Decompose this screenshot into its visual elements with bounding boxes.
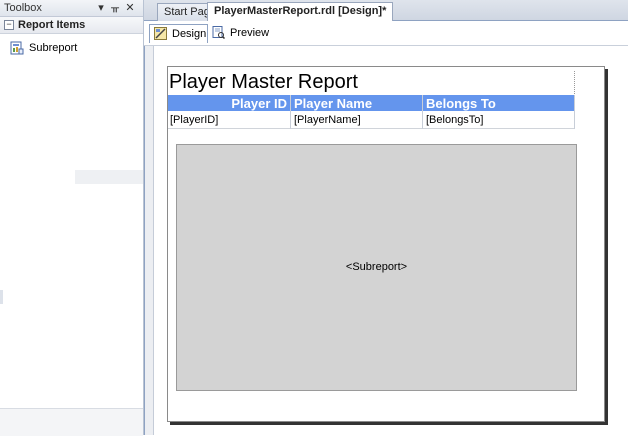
close-icon[interactable]: ✕: [124, 1, 136, 14]
column-divider: [574, 95, 575, 129]
subreport-icon: [10, 41, 24, 55]
pin-icon[interactable]: ᚂ: [109, 1, 121, 14]
document-area: Start Page PlayerMasterReport.rdl [Desig…: [144, 0, 628, 435]
report-items-section[interactable]: − Report Items: [0, 17, 143, 34]
cell-player-id[interactable]: [PlayerID]: [170, 113, 218, 128]
report-table[interactable]: Player ID Player Name Belongs To [Player…: [168, 95, 575, 129]
subreport-label: <Subreport>: [345, 261, 408, 273]
toolbox-panel: Toolbox ▾ ᚂ ✕ − Report Items Subreport: [0, 0, 144, 436]
toolbox-splitter[interactable]: [0, 290, 3, 304]
report-design-surface[interactable]: Player Master Report Player ID Player Na…: [144, 46, 628, 435]
toolbox-title: Toolbox: [4, 2, 42, 14]
toolbox-footer: [0, 408, 143, 436]
toolbox-item-subreport[interactable]: Subreport: [8, 40, 138, 58]
toolbox-item-label: Subreport: [29, 42, 78, 54]
preview-icon: [212, 26, 225, 39]
report-items-label: Report Items: [18, 19, 86, 31]
dropdown-icon[interactable]: ▾: [95, 1, 107, 14]
table-detail-row[interactable]: [PlayerID] [PlayerName] [BelongsTo]: [168, 112, 575, 129]
report-title-textbox[interactable]: Player Master Report: [169, 71, 575, 96]
tab-design[interactable]: Design: [149, 24, 208, 43]
column-divider: [290, 95, 291, 129]
design-gutter: [145, 46, 154, 435]
header-belongs-to[interactable]: Belongs To: [426, 96, 566, 112]
report-page[interactable]: Player Master Report Player ID Player Na…: [167, 66, 605, 422]
header-player-id[interactable]: Player ID: [168, 96, 287, 112]
design-icon: [154, 27, 167, 40]
column-divider: [422, 95, 423, 129]
toolbox-titlebar: Toolbox ▾ ᚂ ✕: [0, 0, 143, 17]
tab-preview[interactable]: Preview: [208, 24, 270, 42]
preview-tab-label: Preview: [230, 27, 270, 39]
header-player-name[interactable]: Player Name: [294, 96, 422, 112]
cell-belongs-to[interactable]: [BelongsTo]: [426, 113, 483, 128]
table-header-row[interactable]: Player ID Player Name Belongs To: [168, 95, 575, 111]
cell-player-name[interactable]: [PlayerName]: [294, 113, 361, 128]
document-tabstrip: Start Page PlayerMasterReport.rdl [Desig…: [144, 0, 628, 21]
subreport-placeholder[interactable]: <Subreport>: [176, 144, 577, 391]
toolbox-scroll-area: [75, 170, 143, 184]
design-tab-label: Design: [172, 28, 207, 40]
tab-player-master-report[interactable]: PlayerMasterReport.rdl [Design]*: [207, 2, 394, 21]
view-tabs: Design Preview: [144, 21, 628, 46]
collapse-icon[interactable]: −: [4, 20, 14, 30]
